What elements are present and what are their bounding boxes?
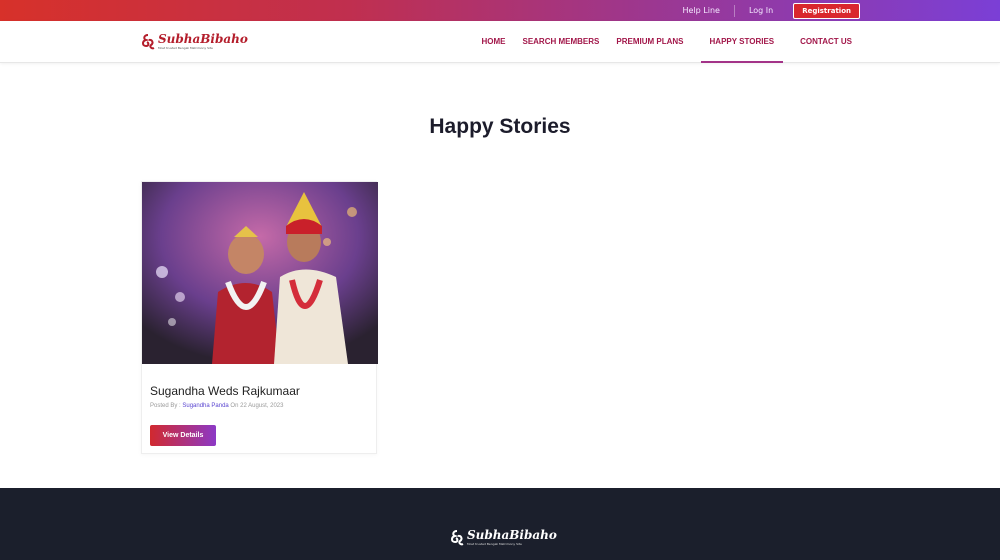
footer-logo-text: SubhaBibaho: [467, 528, 557, 542]
logo-text: SubhaBibaho: [158, 32, 248, 46]
footer: SubhaBibaho Most trusted Bengali Matrimo…: [0, 488, 1000, 560]
story-photo[interactable]: [142, 182, 378, 364]
nav-premium-plans[interactable]: PREMIUM PLANS: [616, 21, 683, 63]
site-logo[interactable]: SubhaBibaho Most trusted Bengali Matrimo…: [141, 33, 248, 50]
nav-contact-us[interactable]: CONTACT US: [800, 21, 852, 63]
top-bar: Help Line Log In Registration: [0, 0, 1000, 21]
nav-home[interactable]: HOME: [481, 21, 505, 63]
story-title[interactable]: Sugandha Weds Rajkumaar: [150, 384, 300, 398]
registration-button[interactable]: Registration: [793, 2, 860, 19]
nav-happy-stories[interactable]: HAPPY STORIES: [700, 21, 784, 63]
main-header: SubhaBibaho Most trusted Bengali Matrimo…: [0, 21, 1000, 63]
help-line-link[interactable]: Help Line: [669, 6, 734, 15]
logo-mark-icon: [142, 33, 155, 49]
footer-logo-mark-icon: [451, 529, 464, 545]
story-author[interactable]: Sugandha Panda: [182, 403, 228, 409]
login-link[interactable]: Log In: [735, 6, 787, 15]
on-label: On: [230, 403, 239, 409]
story-card: Sugandha Weds Rajkumaar Posted By : Suga…: [141, 181, 378, 454]
logo-tagline: Most trusted Bengali Matrimony Site: [158, 46, 213, 50]
wedding-couple-image: [142, 182, 378, 364]
story-date: 22 August, 2023: [240, 403, 284, 409]
nav-search-members[interactable]: SEARCH MEMBERS: [522, 21, 599, 63]
story-meta: Posted By : Sugandha Panda On 22 August,…: [150, 403, 283, 409]
page-title: Happy Stories: [429, 115, 571, 138]
view-details-button[interactable]: View Details: [150, 425, 216, 446]
footer-logo-tagline: Most trusted Bengali Matrimony Site: [467, 542, 522, 546]
posted-by-label: Posted By :: [150, 403, 181, 409]
footer-logo[interactable]: SubhaBibaho Most trusted Bengali Matrimo…: [450, 529, 557, 546]
primary-nav: HOME SEARCH MEMBERS PREMIUM PLANS HAPPY …: [464, 21, 852, 63]
